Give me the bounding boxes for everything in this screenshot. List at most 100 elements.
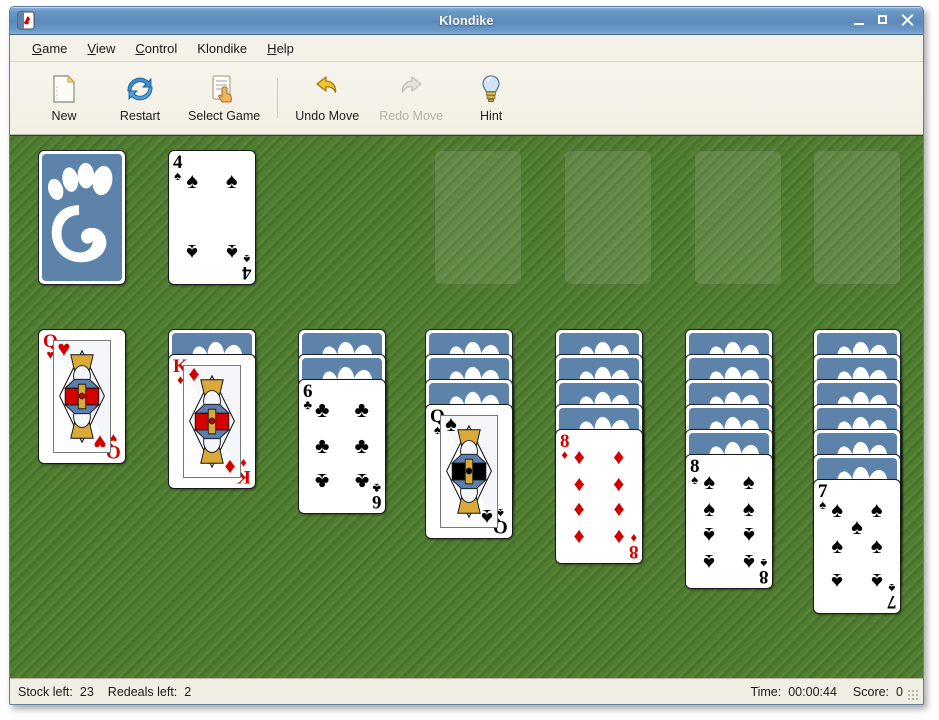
card-pip: ♣ <box>315 396 330 422</box>
foundation-3[interactable] <box>694 150 782 285</box>
card-pip: ♦ <box>573 498 585 524</box>
restart-label: Restart <box>119 108 161 123</box>
statusbar-left: Stock left: 23 Redeals left: 2 <box>18 685 191 699</box>
card-pip: ♦ <box>613 498 625 524</box>
card-pip: ♠ <box>481 505 493 531</box>
menu-game[interactable]: Game <box>22 38 77 59</box>
resize-grip-icon[interactable] <box>907 689 919 701</box>
redo-move-label: Redo Move <box>379 108 444 123</box>
card-pip: ♠ <box>703 523 716 549</box>
tableau-column-6-faceup-1[interactable]: 8 ♠ 8 ♠ ♠ ♠ ♠ ♠ ♠ ♠ ♠ ♠ <box>685 454 773 589</box>
window-title: Klondike <box>439 13 494 28</box>
tableau-column-2-faceup-1[interactable]: K ♦ K ♦ ♦ ♦ <box>168 354 256 489</box>
new-game-button[interactable]: New <box>26 72 102 125</box>
card-pip: ♠ <box>225 240 238 266</box>
toolbar-separator <box>277 78 279 118</box>
window-titlebar[interactable]: Klondike <box>10 7 923 35</box>
foundation-2[interactable] <box>564 150 652 285</box>
hint-button[interactable]: Hint <box>453 72 529 125</box>
card-pip: ♠ <box>831 569 844 595</box>
statusbar: Stock left: 23 Redeals left: 2 Time: 00:… <box>10 678 923 704</box>
waste-pile[interactable]: 4 ♠ 4 ♠ ♠ ♠ ♠ ♠ <box>168 150 256 285</box>
card-pip: ♦ <box>613 524 625 550</box>
menu-view[interactable]: View <box>77 38 125 59</box>
redo-arrow-icon <box>397 74 425 104</box>
card-pip: ♦ <box>573 443 585 469</box>
card-pip: ♣ <box>354 396 369 422</box>
select-game-icon <box>210 74 238 104</box>
menu-help[interactable]: Help <box>257 38 304 59</box>
minimize-button[interactable] <box>853 14 866 27</box>
card-pip: ♠ <box>186 240 199 266</box>
foundation-4[interactable] <box>813 150 901 285</box>
refresh-icon <box>126 74 154 104</box>
gnome-foot-logo-icon <box>42 154 122 281</box>
card-pip: ♦ <box>573 524 585 550</box>
tableau-column-4-faceup-1[interactable]: Q ♠ Q ♠ ♠ ♠ <box>425 404 513 539</box>
card-pip: ♠ <box>851 513 863 539</box>
hint-label: Hint <box>480 108 503 123</box>
card-pip: ♠ <box>870 569 883 595</box>
card-pip: ♥ <box>57 335 71 361</box>
tableau-column-3-faceup-1[interactable]: 6 ♣ 6 ♣ ♣ ♣ ♣ ♣ ♣ ♣ <box>298 379 386 514</box>
undo-arrow-icon <box>313 74 341 104</box>
redo-move-button[interactable]: Redo Move <box>369 72 453 125</box>
stock-left-value: 23 <box>79 684 94 699</box>
score-label: Score: <box>852 684 890 699</box>
redeals-left-status: Redeals left: 2 <box>108 685 191 699</box>
card-pip: ♠ <box>831 496 844 522</box>
undo-move-button[interactable]: Undo Move <box>285 72 369 125</box>
card-pip: ♦ <box>613 443 625 469</box>
game-board[interactable]: 4 ♠ 4 ♠ ♠ ♠ ♠ ♠ Q ♥ Q ♥ ♥ ♥ K ♦ K ♦ ♦ ♦ 6 ♣ 6 ♣ ♣ ♣ ♣ ♣ ♣ ♣ Q ♠ Q ♠ ♠ ♠ 8 ♦ 8 ♦… <box>10 135 923 678</box>
menubar: Game View Control Klondike Help <box>10 35 923 62</box>
stock-left-status: Stock left: 23 <box>18 685 94 699</box>
foundation-1[interactable] <box>434 150 522 285</box>
card-pip: ♠ <box>831 532 844 558</box>
restart-button[interactable]: Restart <box>102 72 178 125</box>
new-game-label: New <box>51 108 77 123</box>
card-pip: ♣ <box>315 432 330 458</box>
lightbulb-icon <box>480 74 502 104</box>
undo-move-label: Undo Move <box>295 108 360 123</box>
tableau-column-5-faceup-1[interactable]: 8 ♦ 8 ♦ ♦ ♦ ♦ ♦ ♦ ♦ ♦ ♦ <box>555 429 643 564</box>
app-root: Klondike Game View Control Klondike Help <box>0 0 939 720</box>
menu-klondike[interactable]: Klondike <box>187 38 257 59</box>
new-document-icon <box>51 74 77 104</box>
statusbar-right: Time: 00:00:44 Score: 0 <box>750 685 919 699</box>
card-pip: ♦ <box>224 455 236 481</box>
card-pip: ♠ <box>870 496 883 522</box>
maximize-button[interactable] <box>877 14 890 27</box>
card-pip: ♠ <box>186 167 199 193</box>
card-pip: ♠ <box>742 495 755 521</box>
klondike-window: Klondike Game View Control Klondike Help <box>9 6 924 705</box>
card-pip: ♠ <box>870 532 883 558</box>
card-pip: ♠ <box>703 495 716 521</box>
time-status: Time: 00:00:44 <box>750 685 836 699</box>
stock-pile[interactable] <box>38 150 126 285</box>
time-value: 00:00:44 <box>788 684 837 699</box>
card-pip: ♣ <box>354 469 369 495</box>
card-pip: ♣ <box>354 432 369 458</box>
card-pip: ♠ <box>445 410 457 436</box>
card-pip: ♠ <box>742 549 755 575</box>
select-game-button[interactable]: Select Game <box>178 72 270 125</box>
window-controls <box>853 7 914 34</box>
redeals-left-value: 2 <box>184 684 192 699</box>
card-pip: ♠ <box>703 468 716 494</box>
time-label: Time: <box>750 684 782 699</box>
stock-left-label: Stock left: <box>18 684 73 699</box>
card-pip: ♦ <box>188 360 200 386</box>
close-button[interactable] <box>901 14 914 27</box>
card-pip: ♦ <box>573 470 585 496</box>
card-pip: ♠ <box>703 549 716 575</box>
card-pip: ♠ <box>742 468 755 494</box>
tableau-column-7-faceup-1[interactable]: 7 ♠ 7 ♠ ♠ ♠ ♠ ♠ ♠ ♠ ♠ <box>813 479 901 614</box>
tableau-column-1-faceup-1[interactable]: Q ♥ Q ♥ ♥ ♥ <box>38 329 126 464</box>
card-pip: ♠ <box>742 523 755 549</box>
card-pip: ♥ <box>93 430 107 456</box>
menu-control[interactable]: Control <box>125 38 187 59</box>
score-status: Score: 0 <box>853 685 903 699</box>
select-game-label: Select Game <box>188 108 261 123</box>
toolbar: New Restart Select Game Undo Move Redo M… <box>10 62 923 135</box>
card-pip: ♦ <box>613 470 625 496</box>
